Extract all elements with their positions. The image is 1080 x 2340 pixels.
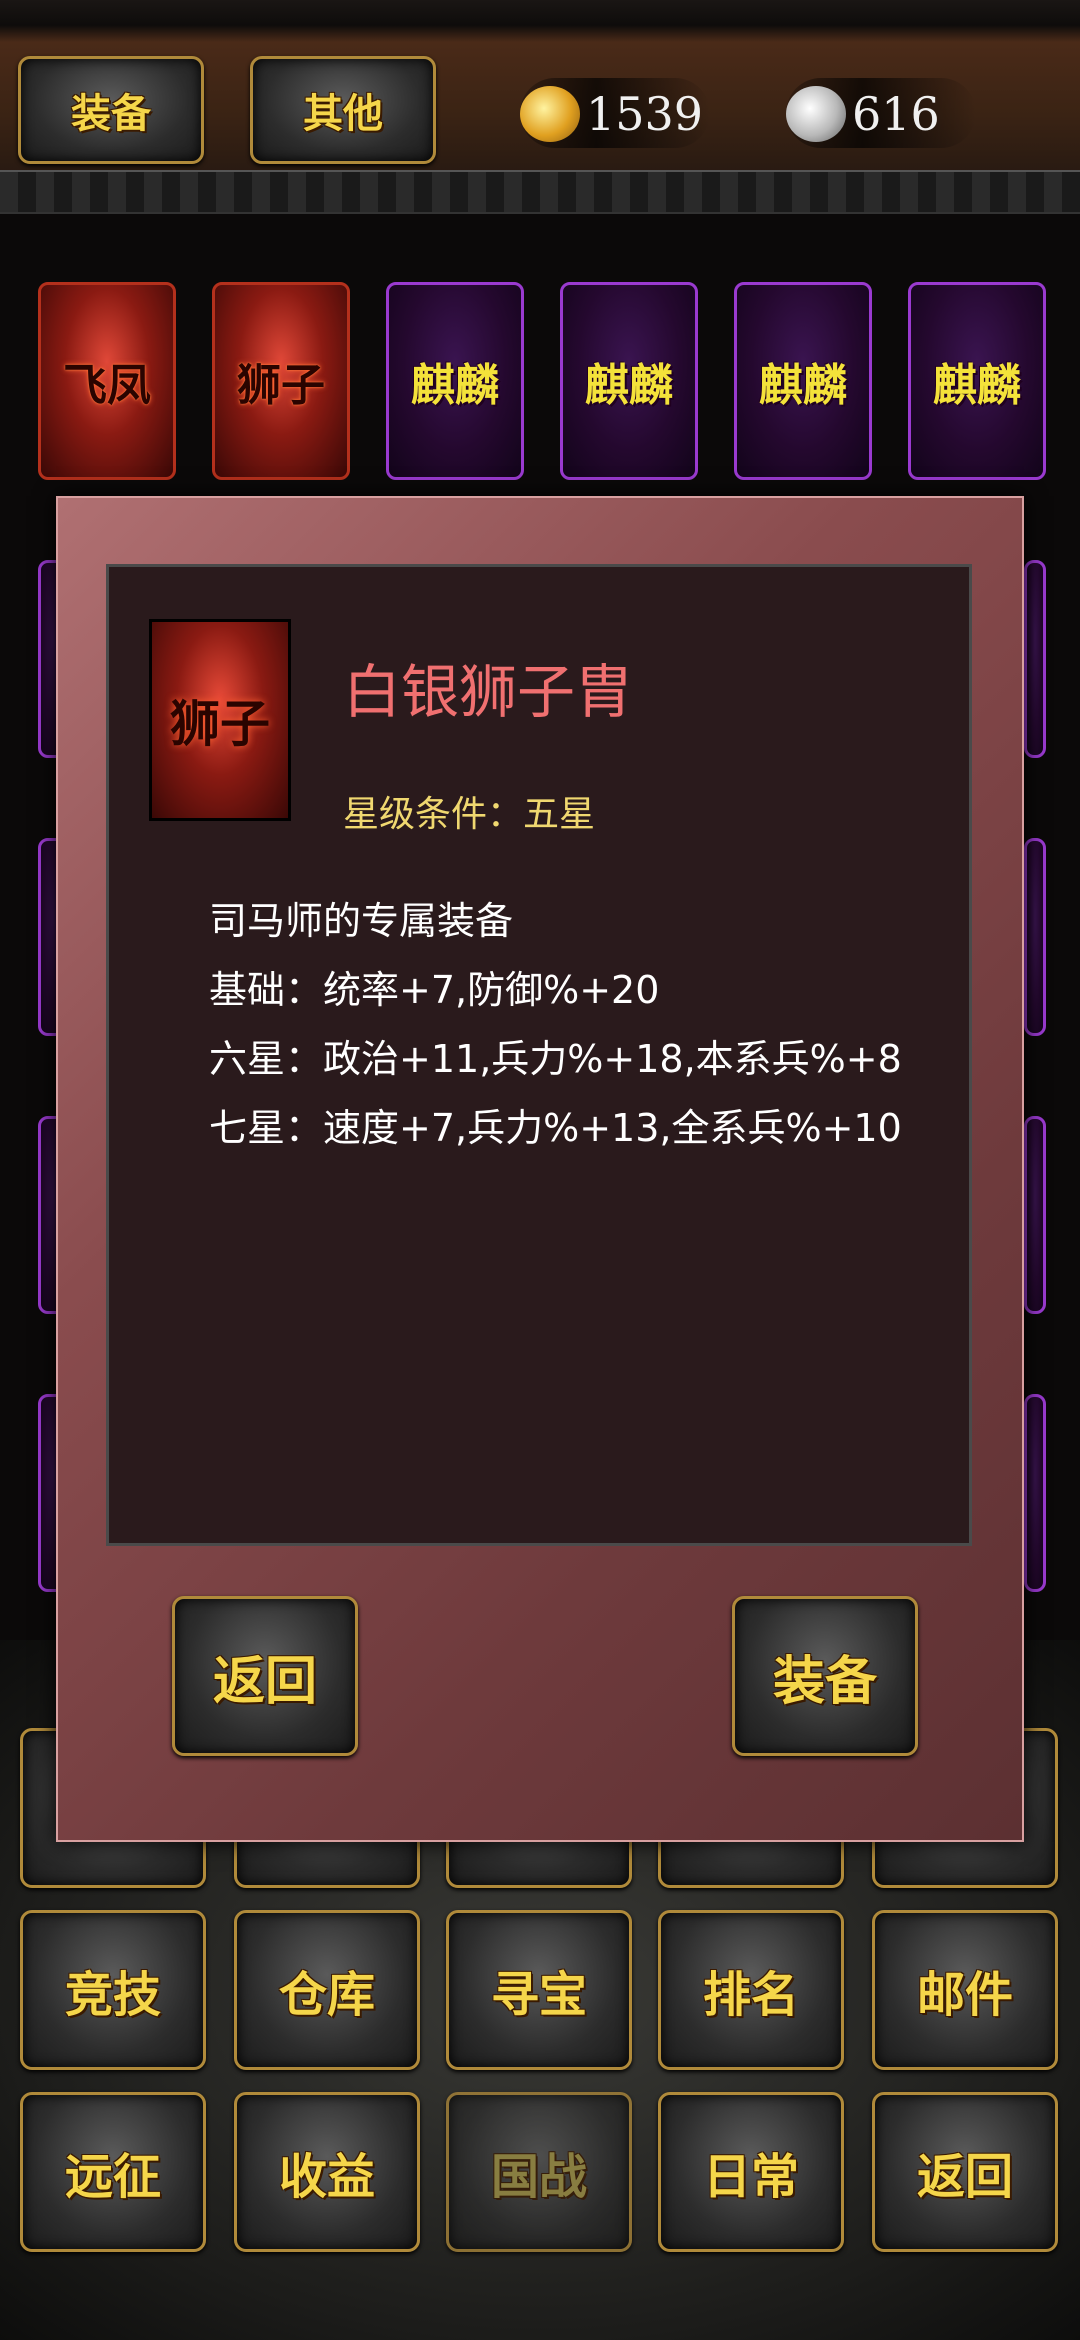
menu-daily-button[interactable]: 日常 xyxy=(658,2092,844,2252)
menu-ranking-button[interactable]: 排名 xyxy=(658,1910,844,2070)
desc-line: 六星：政治+11,兵力%+18,本系兵%+8 xyxy=(209,1037,902,1081)
back-button[interactable]: 返回 xyxy=(172,1596,358,1756)
item-detail-panel: 狮子 白银狮子胄 星级条件：五星 司马师的专属装备 基础：统率+7,防御%+20… xyxy=(106,564,972,1546)
menu-income-button[interactable]: 收益 xyxy=(234,2092,420,2252)
silver-counter: 616 xyxy=(786,76,940,152)
menu-back-button[interactable]: 返回 xyxy=(872,2092,1058,2252)
desc-line: 七星：速度+7,兵力%+13,全系兵%+10 xyxy=(209,1106,902,1150)
menu-mail-button[interactable]: 邮件 xyxy=(872,1910,1058,2070)
item-name: 白银狮子胄 xyxy=(343,658,634,726)
silver-amount: 616 xyxy=(852,87,940,141)
equipment-card[interactable]: 麒麟 xyxy=(908,282,1046,480)
item-star-condition: 星级条件：五星 xyxy=(343,794,596,835)
equipment-card-edge[interactable] xyxy=(1024,1394,1046,1592)
menu-warehouse-button[interactable]: 仓库 xyxy=(234,1910,420,2070)
tab-equipment[interactable]: 装备 xyxy=(18,56,204,164)
equipment-card[interactable]: 麒麟 xyxy=(560,282,698,480)
item-description: 司马师的专属装备 基础：统率+7,防御%+20 六星：政治+11,兵力%+18,… xyxy=(209,887,902,1163)
desc-line: 司马师的专属装备 xyxy=(209,899,514,943)
silver-ingot-icon xyxy=(786,86,846,142)
menu-treasure-button[interactable]: 寻宝 xyxy=(446,1910,632,2070)
top-trim xyxy=(0,170,1080,214)
gold-amount: 1539 xyxy=(586,87,704,141)
equipment-card[interactable]: 狮子 xyxy=(212,282,350,480)
equipment-card-edge[interactable] xyxy=(1024,560,1046,758)
menu-arena-button[interactable]: 竞技 xyxy=(20,1910,206,2070)
equipment-card[interactable]: 麒麟 xyxy=(386,282,524,480)
gold-counter: 1539 xyxy=(520,76,703,152)
top-bar: 装备 其他 1539 616 xyxy=(0,0,1080,214)
menu-expedition-button[interactable]: 远征 xyxy=(20,2092,206,2252)
item-detail-dialog: 狮子 白银狮子胄 星级条件：五星 司马师的专属装备 基础：统率+7,防御%+20… xyxy=(56,496,1024,1842)
item-icon: 狮子 xyxy=(149,619,291,821)
equipment-card[interactable]: 麒麟 xyxy=(734,282,872,480)
equipment-card[interactable]: 飞凤 xyxy=(38,282,176,480)
gold-ingot-icon xyxy=(520,86,580,142)
menu-nation-war-button[interactable]: 国战 xyxy=(446,2092,632,2252)
equipment-card-edge[interactable] xyxy=(1024,838,1046,1036)
tab-other[interactable]: 其他 xyxy=(250,56,436,164)
desc-line: 基础：统率+7,防御%+20 xyxy=(209,968,660,1012)
equip-button[interactable]: 装备 xyxy=(732,1596,918,1756)
equipment-card-edge[interactable] xyxy=(1024,1116,1046,1314)
